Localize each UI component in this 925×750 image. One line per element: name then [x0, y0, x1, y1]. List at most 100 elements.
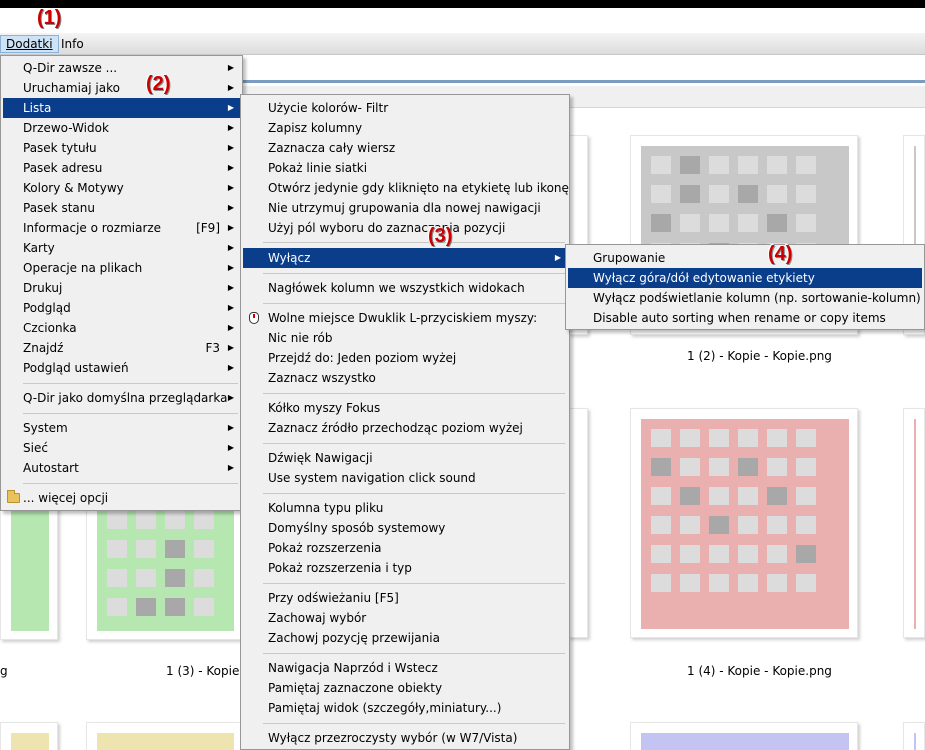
menu-item-ko-ko-myszy-fokus[interactable]: Kółko myszy Fokus — [243, 398, 567, 418]
menu-item-kolory-motywy[interactable]: Kolory & Motywy ▶ — [3, 178, 240, 198]
menu-item-wy-acz-przezroczysty-wybor-w-w7-vista[interactable]: Wyłącz przezroczysty wybór (w W7/Vista) — [243, 728, 567, 748]
submenu-arrow-icon: ▶ — [227, 103, 234, 112]
menu-item-drukuj[interactable]: Drukuj ▶ — [3, 278, 240, 298]
thumbnail-cell — [136, 511, 156, 529]
menu-item-podglad-ustawien[interactable]: Podgląd ustawień ▶ — [3, 358, 240, 378]
menu-item-zapisz-kolumny[interactable]: Zapisz kolumny — [243, 118, 567, 138]
submenu-arrow-icon: ▶ — [227, 123, 234, 132]
menu-item-otworz-jedynie-gdy-kliknieto-na-etykiete-lub-ikone[interactable]: Otwórz jedynie gdy kliknięto na etykietę… — [243, 178, 569, 198]
menu-item-pokaz-rozszerzenia[interactable]: Pokaż rozszerzenia — [243, 538, 567, 558]
menu-item-uruchamiaj-jako[interactable]: Uruchamiaj jako ▶ — [3, 78, 240, 98]
menu-item-label: Pasek tytułu — [23, 141, 97, 155]
menu-item-domyslny-sposob-systemowy[interactable]: Domyślny sposób systemowy — [243, 518, 567, 538]
menu-item-pamietaj-zaznaczone-obiekty[interactable]: Pamiętaj zaznaczone obiekty — [243, 678, 567, 698]
thumbnail-cell — [796, 487, 816, 505]
menu-item-wiecej-opcji[interactable]: ... więcej opcji — [3, 488, 240, 508]
menu-item-nic-nie-rob[interactable]: Nic nie rób — [243, 328, 567, 348]
file-thumbnail[interactable] — [86, 722, 243, 750]
menu-item-label: Wyłącz góra/dół edytowanie etykiety — [593, 271, 815, 285]
menu-item-zachowj-pozycje-przewijania[interactable]: Zachowj pozycję przewijania — [243, 628, 567, 648]
thumbnail-cell — [165, 540, 185, 558]
menu-item-autostart[interactable]: Autostart ▶ — [3, 458, 240, 478]
menu-item-wolne-miejsce-dwuklik-l-przyciskiem-myszy[interactable]: Wolne miejsce Dwuklik L-przyciskiem mysz… — [243, 308, 567, 328]
menu-item-pokaz-rozszerzenia-i-typ[interactable]: Pokaż rozszerzenia i typ — [243, 558, 567, 578]
menu-item-przejdz-do-jeden-poziom-wyzej[interactable]: Przejdź do: Jeden poziom wyżej — [243, 348, 567, 368]
menu-item-nawigacja-naprzod-i-wstecz[interactable]: Nawigacja Naprzód i Wstecz — [243, 658, 567, 678]
menu-item-wy-acz[interactable]: Wyłącz ▶ — [243, 248, 567, 268]
menu-item-use-system-navigation-click-sound[interactable]: Use system navigation click sound — [243, 468, 567, 488]
menu-item-shortcut: [F9] — [196, 221, 220, 235]
file-thumbnail[interactable] — [86, 490, 243, 640]
menu-item-label: Operacje na plikach — [23, 261, 143, 275]
menu-item-grupowanie[interactable]: Grupowanie — [568, 248, 922, 268]
menu-item-nag-owek-kolumn-we-wszystkich-widokach[interactable]: Nagłówek kolumn we wszystkich widokach — [243, 278, 567, 298]
file-thumbnail[interactable] — [630, 722, 858, 750]
menu-item-label: Pokaż rozszerzenia i typ — [268, 561, 412, 575]
menu-item-system[interactable]: System ▶ — [3, 418, 240, 438]
menu-separator — [23, 413, 238, 414]
menu-item-przy-odswiezaniu-f5[interactable]: Przy odświeżaniu [F5] — [243, 588, 567, 608]
menu-item-informacje-o-rozmiarze[interactable]: Informacje o rozmiarze [F9] ▶ — [3, 218, 240, 238]
menu-item-label: Pasek adresu — [23, 161, 103, 175]
menu-item-label: Pasek stanu — [23, 201, 95, 215]
menu-item-pamietaj-widok-szczego-y-miniatury[interactable]: Pamiętaj widok (szczegóły,miniatury...) — [243, 698, 567, 718]
menu-item-drzewo-widok[interactable]: Drzewo-Widok ▶ — [3, 118, 240, 138]
menu-item-znajdz[interactable]: Znajdź F3 ▶ — [3, 338, 240, 358]
menu-item-dzwiek-nawigacji[interactable]: Dźwięk Nawigacji — [243, 448, 567, 468]
menu-item-label: System — [23, 421, 68, 435]
mouse-icon — [249, 312, 259, 324]
file-label[interactable]: 1 (3) - Kopie.p — [166, 664, 251, 678]
menu-item-label: Autostart — [23, 461, 79, 475]
menu-item-uzycie-kolorow-filtr[interactable]: Użycie kolorów- Filtr — [243, 98, 567, 118]
menu-item-uzyj-pol-wyboru-do-zaznaczania-pozycji[interactable]: Użyj pól wyboru do zaznaczania pozycji — [243, 218, 567, 238]
submenu-arrow-icon: ▶ — [227, 393, 234, 402]
thumbnail-cell — [651, 429, 671, 447]
menu-item-pasek-tytu-u[interactable]: Pasek tytułu ▶ — [3, 138, 240, 158]
menu-item-label: Domyślny sposób systemowy — [268, 521, 446, 535]
file-thumbnail[interactable] — [903, 722, 925, 750]
menu-item-karty[interactable]: Karty ▶ — [3, 238, 240, 258]
menu-item-shortcut: F3 — [205, 341, 220, 355]
menu-separator — [263, 443, 565, 444]
folder-icon — [7, 490, 20, 503]
menu-item-operacje-na-plikach[interactable]: Operacje na plikach ▶ — [3, 258, 240, 278]
menu-item-wy-acz-podswietlanie-kolumn-np-sortowanie-kolumn[interactable]: Wyłącz podświetlanie kolumn (np. sortowa… — [568, 288, 922, 308]
thumbnail-cell — [709, 214, 729, 232]
file-thumbnail[interactable] — [0, 490, 58, 640]
menu-item-label: Użycie kolorów- Filtr — [268, 101, 389, 115]
file-label[interactable]: g — [0, 664, 8, 678]
menu-item-podglad[interactable]: Podgląd ▶ — [3, 298, 240, 318]
menu-item-q-dir-zawsze[interactable]: Q-Dir zawsze ... ▶ — [3, 58, 240, 78]
menu-item-wy-acz-gora-do-edytowanie-etykiety[interactable]: Wyłącz góra/dół edytowanie etykiety — [568, 268, 922, 288]
menu-item-czcionka[interactable]: Czcionka ▶ — [3, 318, 240, 338]
menu-item-zachowaj-wybor[interactable]: Zachowaj wybór — [243, 608, 567, 628]
file-thumbnail[interactable] — [0, 722, 58, 750]
file-thumbnail[interactable] — [630, 408, 858, 638]
menu-item-q-dir-jako-domyslna-przegladarka[interactable]: Q-Dir jako domyślna przeglądarka ▶ — [3, 388, 240, 408]
menu-item-pasek-stanu[interactable]: Pasek stanu ▶ — [3, 198, 240, 218]
menu-item-lista[interactable]: Lista ▶ — [3, 98, 240, 118]
menu-separator — [23, 483, 238, 484]
menu-item-pokaz-linie-siatki[interactable]: Pokaż linie siatki — [243, 158, 567, 178]
menu-item-nie-utrzymuj-grupowania-dla-nowej-nawigacji[interactable]: Nie utrzymuj grupowania dla nowej nawiga… — [243, 198, 567, 218]
menu-item-disable-auto-sorting-when-rename-or-copy-items[interactable]: Disable auto sorting when rename or copy… — [568, 308, 922, 328]
menu-item-zaznacz-wszystko[interactable]: Zaznacz wszystko — [243, 368, 567, 388]
file-thumbnail[interactable] — [903, 408, 925, 638]
menu-info[interactable]: Info — [56, 35, 89, 53]
file-label[interactable]: 1 (4) - Kopie - Kopie.png — [687, 664, 832, 678]
menu-item-zaznacz-zrod-o-przechodzac-poziom-wyzej[interactable]: Zaznacz źródło przechodząc poziom wyżej — [243, 418, 567, 438]
menu-dodatki[interactable]: Dodatki — [0, 35, 59, 53]
address-bar[interactable] — [243, 80, 925, 83]
file-thumbnail[interactable] — [568, 408, 588, 638]
thumbnail-cell — [651, 516, 671, 534]
menu-item-siec[interactable]: Sieć ▶ — [3, 438, 240, 458]
thumbnail-cell — [680, 429, 700, 447]
file-label[interactable]: 1 (2) - Kopie - Kopie.png — [687, 349, 832, 363]
thumbnail-cell — [738, 156, 758, 174]
menu-item-kolumna-typu-pliku[interactable]: Kolumna typu pliku — [243, 498, 567, 518]
menu-item-pasek-adresu[interactable]: Pasek adresu ▶ — [3, 158, 240, 178]
thumbnail-cell — [709, 429, 729, 447]
menu-item-label: Drukuj — [23, 281, 63, 295]
menu-item-zaznacza-ca-y-wiersz[interactable]: Zaznacza cały wiersz — [243, 138, 567, 158]
thumbnail-image — [914, 733, 916, 750]
